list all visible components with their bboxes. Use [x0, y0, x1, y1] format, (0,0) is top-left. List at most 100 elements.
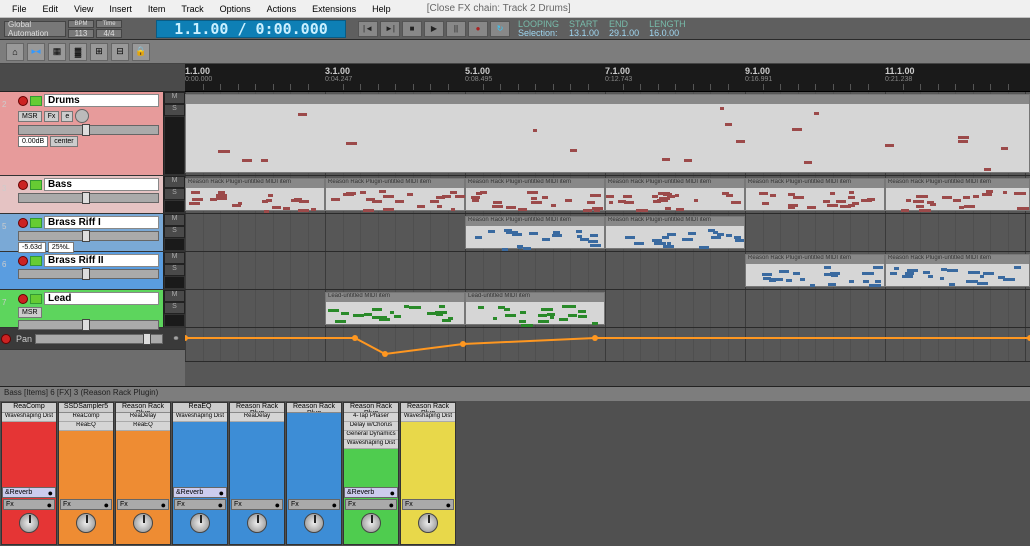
volume-fader[interactable]	[18, 193, 159, 203]
reverb-send[interactable]: &Reverb ●	[2, 487, 56, 498]
track-bass[interactable]: 3BassMS	[0, 176, 185, 214]
pan-knob[interactable]	[304, 513, 324, 533]
goto-start-button[interactable]: |◄	[358, 21, 378, 37]
pause-button[interactable]: ||	[446, 21, 466, 37]
fx-chain[interactable]: Reason Rack PlugReaDelayReaEQ Fx ●	[115, 402, 171, 545]
record-arm-button[interactable]	[18, 218, 28, 228]
pan-knob[interactable]	[133, 513, 153, 533]
record-arm-button[interactable]	[18, 256, 28, 266]
fx-chain[interactable]: ReaEQWaveshaping Dist&Reverb ●Fx ●	[172, 402, 228, 545]
solo-button[interactable]: S	[164, 104, 185, 116]
speaker-icon[interactable]	[30, 294, 42, 304]
link-icon[interactable]: ⚭	[167, 328, 185, 349]
speaker-icon[interactable]	[30, 218, 42, 228]
solo-button[interactable]: S	[164, 226, 185, 238]
track-name-field[interactable]: Bass	[44, 178, 159, 191]
grid2-icon[interactable]: ⊟	[111, 43, 129, 61]
fx-chain[interactable]: Reason Rack PlugFx ●	[286, 402, 342, 545]
fx-slot[interactable]: 4-Tap Phaser	[344, 413, 398, 422]
menu-insert[interactable]: Insert	[101, 2, 140, 16]
time-display[interactable]: 1.1.00 / 0:00.000	[156, 20, 346, 38]
fx-button[interactable]: Fx ●	[345, 499, 397, 510]
media-item[interactable]: Reason Rack Plugin-untitled MIDI item	[745, 254, 885, 287]
track-lane[interactable]	[185, 92, 1030, 176]
fx-slot[interactable]: ReaDelay	[230, 413, 284, 422]
media-item[interactable]: Reason Rack Plugin-untitled MIDI item	[185, 178, 325, 211]
master-record-button[interactable]	[1, 334, 11, 344]
global-automation-button[interactable]: Global Automation	[4, 21, 66, 37]
play-button[interactable]: ▶	[424, 21, 444, 37]
solo-button[interactable]: S	[164, 264, 185, 276]
media-item[interactable]: Reason Rack Plugin-untitled MIDI item	[325, 178, 465, 211]
reverb-send[interactable]: &Reverb ●	[344, 487, 398, 498]
track-name-field[interactable]: Drums	[44, 94, 159, 107]
menu-extensions[interactable]: Extensions	[304, 2, 364, 16]
lock-icon[interactable]: 🔒	[132, 43, 150, 61]
fx-slot[interactable]: ReaDelay	[116, 413, 170, 422]
media-item[interactable]: Reason Rack Plugin-untitled MIDI item	[605, 178, 745, 211]
track-brass-riff-ii[interactable]: 6Brass Riff IIMS	[0, 252, 185, 290]
stop-button[interactable]: ■	[402, 21, 422, 37]
fx-button[interactable]: Fx ●	[3, 499, 55, 510]
fx-button[interactable]: Fx ●	[231, 499, 283, 510]
volume-fader[interactable]	[18, 231, 159, 241]
loop-start-value[interactable]: 13.1.00	[569, 29, 599, 38]
track-lane[interactable]: Lead-untitled MIDI itemLead-untitled MID…	[185, 290, 1030, 328]
media-item[interactable]: Reason Rack Plugin-untitled MIDI item	[885, 254, 1030, 287]
track-lane[interactable]: Reason Rack Plugin-untitled MIDI itemRea…	[185, 176, 1030, 214]
pan-knob[interactable]	[19, 513, 39, 533]
fx-button[interactable]: Fx ●	[117, 499, 169, 510]
pan-knob[interactable]	[418, 513, 438, 533]
autocrossfade-icon[interactable]: ⌂	[6, 43, 24, 61]
solo-button[interactable]: S	[164, 188, 185, 200]
mute-button[interactable]: M	[164, 290, 185, 302]
fx-button[interactable]: Fx ●	[174, 499, 226, 510]
timesig-value[interactable]: 4/4	[96, 29, 122, 38]
media-item[interactable]: Lead-untitled MIDI item	[465, 292, 605, 325]
track-msr-button[interactable]: MSR	[18, 307, 42, 318]
menu-edit[interactable]: Edit	[35, 2, 67, 16]
fx-chain-header[interactable]: SSDSampler5	[59, 403, 113, 413]
fx-slot[interactable]: ReaComp	[59, 413, 113, 422]
fx-slot[interactable]: ReaEQ	[116, 422, 170, 431]
track-name-field[interactable]: Brass Riff I	[44, 216, 159, 229]
fx-chain-header[interactable]: Reason Rack Plug	[287, 403, 341, 413]
fx-chain-header[interactable]: Reason Rack Plug	[116, 403, 170, 413]
timeline-ruler[interactable]: 1.1.000:00.0003.1.000:04.2475.1.000:08.4…	[185, 64, 1030, 92]
envelope-icon[interactable]: ▸◂	[27, 43, 45, 61]
pan-knob[interactable]	[247, 513, 267, 533]
fx-slot[interactable]: ReaEQ	[59, 422, 113, 431]
mute-button[interactable]: M	[164, 92, 185, 104]
loop-button[interactable]: ↻	[490, 21, 510, 37]
mute-button[interactable]: M	[164, 252, 185, 264]
goto-end-button[interactable]: ►|	[380, 21, 400, 37]
pan-knob[interactable]	[190, 513, 210, 533]
track-name-field[interactable]: Brass Riff II	[44, 254, 159, 267]
menu-track[interactable]: Track	[173, 2, 211, 16]
media-item[interactable]: Reason Rack Plugin-untitled MIDI item	[465, 178, 605, 211]
pan-knob[interactable]	[76, 513, 96, 533]
fx-button[interactable]: Fx ●	[60, 499, 112, 510]
media-item[interactable]: Reason Rack Plugin-untitled MIDI item	[465, 216, 605, 249]
track-brass-riff-i[interactable]: 5Brass Riff I-5.63d25%LMS	[0, 214, 185, 252]
fx-slot[interactable]: Waveshaping Dist	[344, 440, 398, 449]
fx-button[interactable]: Fx ●	[402, 499, 454, 510]
fx-slot[interactable]: Delay w/Chorus	[344, 422, 398, 431]
fx-chain[interactable]: Reason Rack PlugReaDelayFx ●	[229, 402, 285, 545]
menu-item[interactable]: Item	[140, 2, 174, 16]
track-lead[interactable]: 7LeadMSRMS	[0, 290, 185, 328]
menu-actions[interactable]: Actions	[259, 2, 305, 16]
track-lane[interactable]: Reason Rack Plugin-untitled MIDI itemRea…	[185, 252, 1030, 290]
media-item[interactable]	[185, 94, 1030, 173]
track-knob[interactable]	[75, 109, 89, 123]
media-item[interactable]: Reason Rack Plugin-untitled MIDI item	[605, 216, 745, 249]
fx-slot[interactable]: Waveshaping Dist	[401, 413, 455, 422]
speaker-icon[interactable]	[30, 96, 42, 106]
master-track[interactable]: Pan ⚭	[0, 328, 185, 350]
reverb-send[interactable]: &Reverb ●	[173, 487, 227, 498]
track-lane[interactable]: Reason Rack Plugin-untitled MIDI itemRea…	[185, 214, 1030, 252]
fx-chain-header[interactable]: Reason Rack Plug	[344, 403, 398, 413]
envelope-lane[interactable]	[185, 328, 1030, 362]
menu-file[interactable]: File	[4, 2, 35, 16]
media-item[interactable]: Reason Rack Plugin-untitled MIDI item	[885, 178, 1030, 211]
